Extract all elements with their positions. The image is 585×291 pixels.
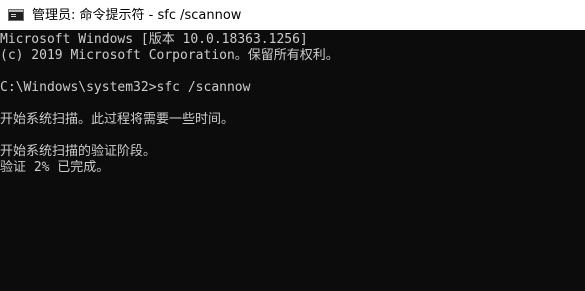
console-line-verify-phase: 开始系统扫描的验证阶段。 [0, 144, 157, 159]
command-prompt-window[interactable]: 管理员: 命令提示符 - sfc /scannow Microsoft Wind… [0, 0, 585, 291]
console-line-version: Microsoft Windows [版本 10.0.18363.1256] [0, 32, 308, 47]
console-line-copyright: (c) 2019 Microsoft Corporation。保留所有权利。 [0, 48, 339, 63]
window-title: 管理员: 命令提示符 - sfc /scannow [32, 7, 242, 23]
cmd-icon [8, 9, 24, 21]
console-output[interactable]: Microsoft Windows [版本 10.0.18363.1256] (… [0, 30, 585, 291]
console-line-command: C:\Windows\system32>sfc /scannow [0, 80, 251, 95]
console-line-blank [0, 96, 585, 112]
console-line-blank [0, 128, 585, 144]
title-bar[interactable]: 管理员: 命令提示符 - sfc /scannow [0, 0, 585, 30]
console-line-progress: 验证 2% 已完成。 [0, 160, 110, 175]
console-line-blank [0, 64, 585, 80]
console-line-scan-start: 开始系统扫描。此过程将需要一些时间。 [0, 112, 235, 127]
